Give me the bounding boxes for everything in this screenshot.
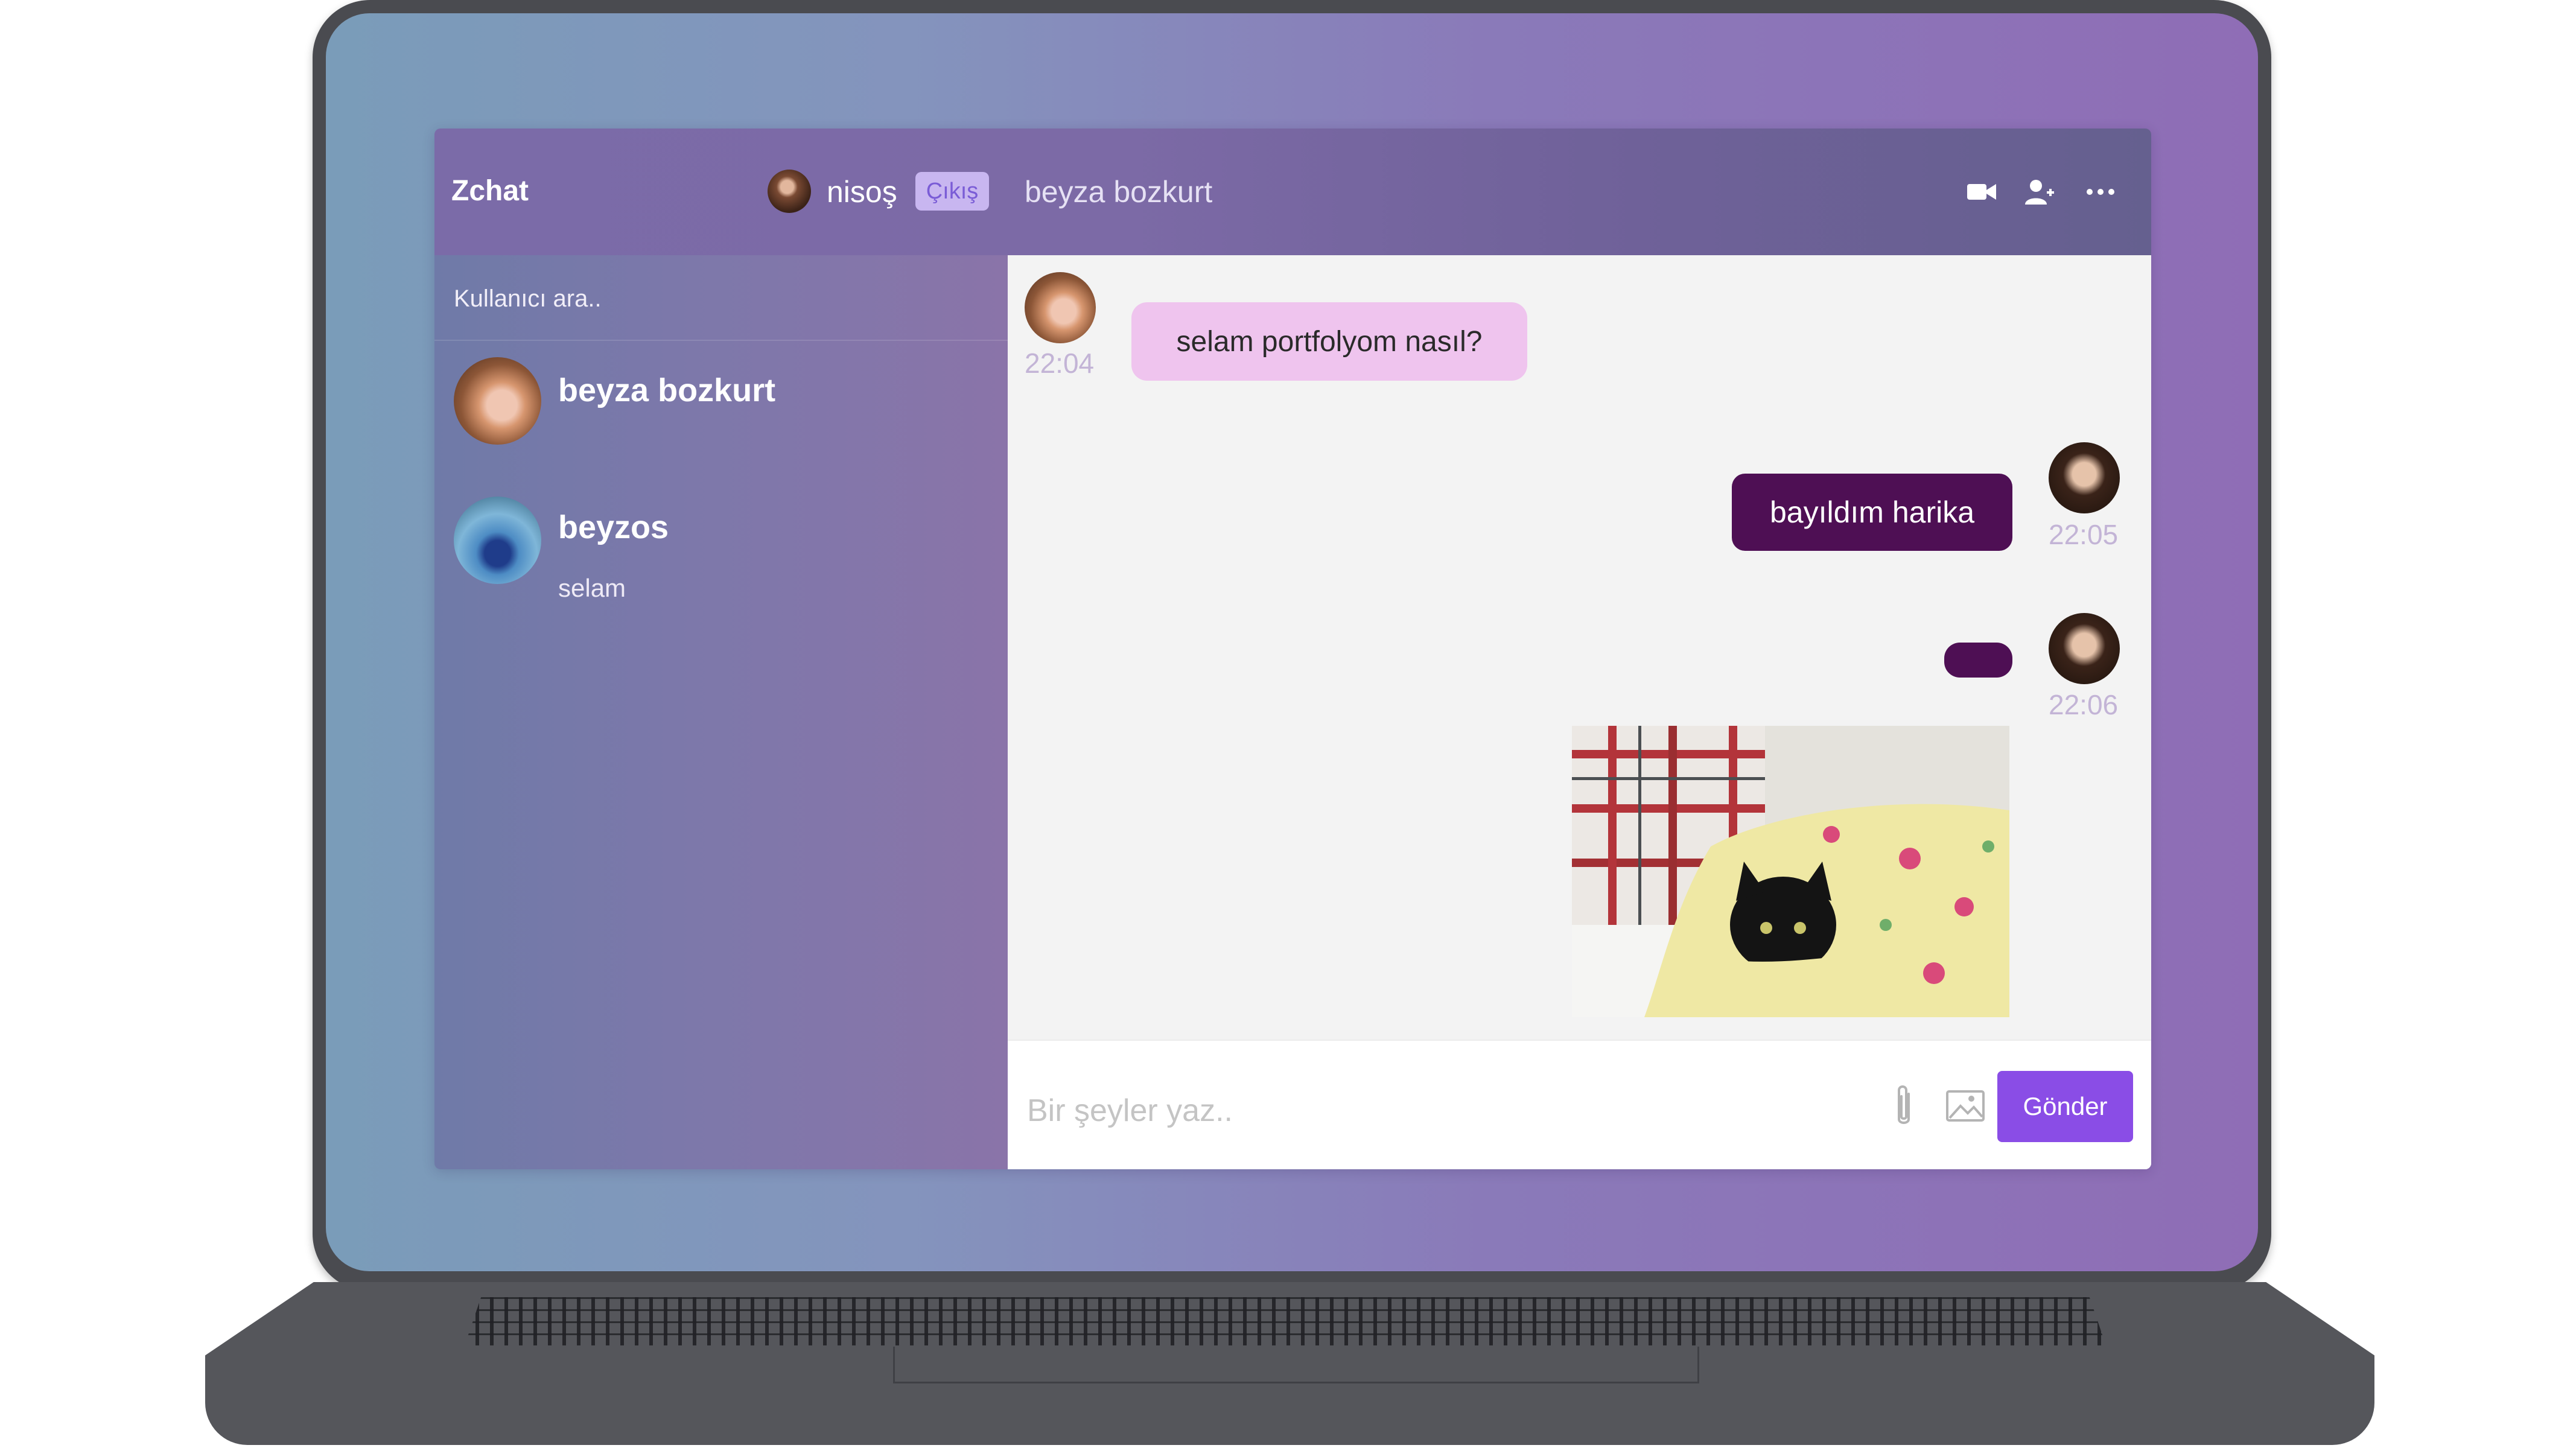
paperclip-icon[interactable] <box>1892 1084 1916 1130</box>
contact-last-message: selam <box>558 574 626 602</box>
user-search-input[interactable]: Kullanıcı ara.. <box>454 285 602 313</box>
current-user-name: nisoş <box>827 175 897 209</box>
message-time: 22:04 <box>1025 348 1095 379</box>
app-header: Zchat nisoş Çıkış beyza bozkurt <box>434 129 2151 255</box>
contact-item[interactable]: beyzos selam <box>434 492 1008 624</box>
chat-panel: 22:04 selam portfolyom nasıl? 22:05 bayı… <box>1008 255 2151 1169</box>
sender-avatar <box>1025 272 1096 343</box>
message-time: 22:05 <box>2049 519 2119 550</box>
send-button[interactable]: Gönder <box>1997 1071 2133 1142</box>
chat-app: Zchat nisoş Çıkış beyza bozkurt Kullanıc… <box>434 129 2151 1169</box>
contact-name: beyza bozkurt <box>558 372 776 408</box>
incoming-message: selam portfolyom nasıl? <box>1131 302 1527 381</box>
current-user-avatar[interactable] <box>768 170 811 213</box>
image-icon[interactable] <box>1945 1088 1986 1124</box>
video-icon[interactable] <box>1966 178 1997 206</box>
contact-avatar <box>454 357 541 445</box>
contact-name: beyzos <box>558 509 669 545</box>
brand-logo: Zchat <box>451 175 529 207</box>
sender-avatar <box>2049 613 2120 684</box>
logout-button[interactable]: Çıkış <box>915 172 989 211</box>
more-icon[interactable] <box>2085 178 2116 206</box>
add-user-icon[interactable] <box>2024 178 2055 206</box>
trackpad <box>893 1347 1699 1383</box>
outgoing-message <box>1944 643 2012 678</box>
message-list: 22:04 selam portfolyom nasıl? 22:05 bayı… <box>1008 255 2151 1040</box>
message-time: 22:06 <box>2049 689 2119 720</box>
message-input[interactable]: Bir şeyler yaz.. <box>1027 1093 1233 1129</box>
chat-title: beyza bozkurt <box>1025 175 1213 209</box>
sender-avatar <box>2049 442 2120 513</box>
contact-item[interactable]: beyza bozkurt <box>434 355 1008 487</box>
message-image[interactable] <box>1572 726 2009 1017</box>
user-search[interactable]: Kullanıcı ara.. <box>434 255 1008 341</box>
outgoing-message: bayıldım harika <box>1732 474 2012 551</box>
cat-photo <box>1572 726 2009 1017</box>
contacts-sidebar: Kullanıcı ara.. beyza bozkurt beyzos sel… <box>434 255 1008 1169</box>
contact-avatar <box>454 497 541 584</box>
message-composer: Bir şeyler yaz.. Gönder <box>1008 1040 2151 1169</box>
keyboard <box>465 1297 2106 1345</box>
